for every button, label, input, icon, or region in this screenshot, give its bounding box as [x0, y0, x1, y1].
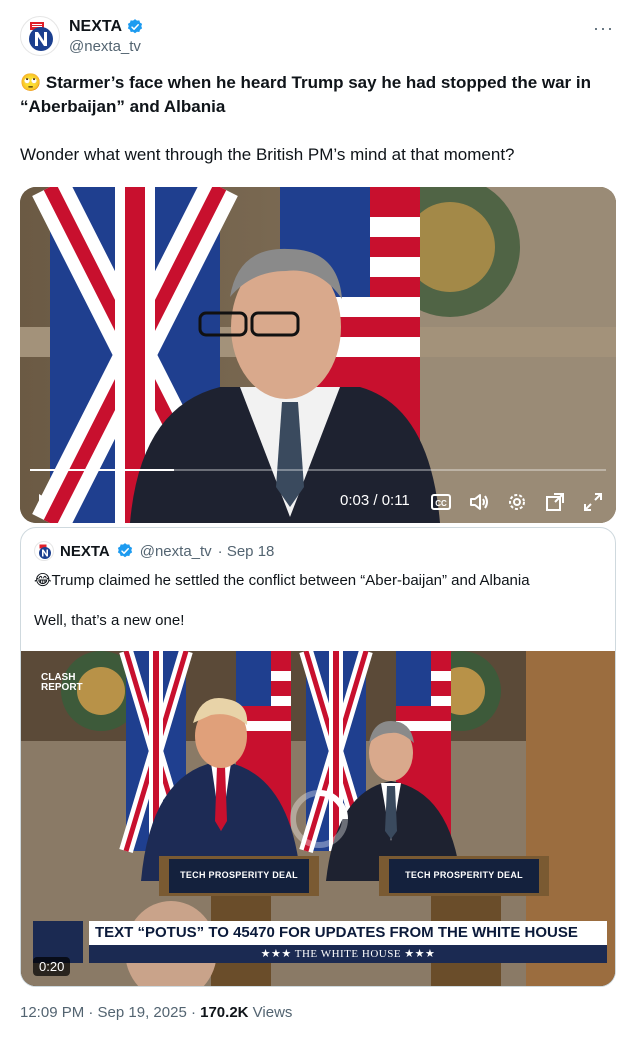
lower-third-banner: TEXT “POTUS” TO 45470 FOR UPDATES FROM T… [89, 921, 607, 963]
fullscreen-icon[interactable] [582, 491, 604, 513]
tweet-title: 🙄 Starmer’s face when he heard Trump say… [20, 73, 592, 116]
play-icon[interactable] [34, 491, 56, 513]
video-controls: 0:03 / 0:11 CC [20, 463, 616, 523]
quoted-tweet[interactable]: NEXTA @nexta_tv · Sep 18 😂Trump claimed … [20, 527, 616, 987]
author-name[interactable]: NEXTA [69, 18, 122, 36]
video-progress-bar[interactable] [30, 469, 606, 471]
tweet-text: 🙄 Starmer’s face when he heard Trump say… [20, 71, 620, 167]
quoted-tweet-text: 😂Trump claimed he settled the conflict b… [34, 572, 530, 629]
quoted-author-handle[interactable]: @nexta_tv [140, 543, 212, 560]
rolling-eyes-emoji: 🙄 [20, 73, 42, 92]
more-options-button[interactable]: ··· [593, 18, 614, 39]
clash-report-logo: CLASH REPORT [41, 672, 83, 693]
tweet-timestamp[interactable]: 12:09 PM · Sep 19, 2025 · [20, 1004, 200, 1021]
banner-text: TEXT “POTUS” TO 45470 FOR UPDATES FROM T… [95, 924, 578, 941]
quoted-tweet-date[interactable]: · Sep 18 [218, 543, 275, 560]
author-handle[interactable]: @nexta_tv [69, 38, 144, 55]
verified-badge-icon [117, 543, 132, 558]
video-duration-badge: 0:20 [33, 957, 71, 976]
settings-icon[interactable] [506, 491, 528, 513]
tweet-video[interactable]: 0:03 / 0:11 CC [20, 187, 616, 523]
nexta-logo-icon [39, 544, 51, 559]
nexta-logo-icon [29, 22, 53, 51]
quoted-tweet-video[interactable]: CLASH REPORT TECH PROSPERITY DEAL TECH P… [21, 651, 615, 986]
podium-label-right: TECH PROSPERITY DEAL [405, 870, 523, 880]
author-avatar[interactable] [20, 16, 60, 56]
banner-subtext: ★★★ THE WHITE HOUSE ★★★ [89, 945, 607, 963]
quoted-author-name[interactable]: NEXTA [60, 543, 110, 560]
captions-icon[interactable]: CC [430, 491, 452, 513]
podium-label-left: TECH PROSPERITY DEAL [180, 870, 298, 880]
quoted-tweet-header: NEXTA @nexta_tv · Sep 18 [34, 541, 274, 561]
volume-icon[interactable] [468, 491, 490, 513]
video-progress-fill [30, 469, 174, 471]
tweet-body: Wonder what went through the British PM’… [20, 145, 515, 164]
views-count: 170.2K [200, 1004, 249, 1021]
tweet-header: NEXTA @nexta_tv ··· [20, 14, 620, 64]
pop-out-icon[interactable] [544, 491, 566, 513]
quoted-author-avatar[interactable] [34, 541, 54, 561]
laughing-emoji: 😂 [34, 572, 52, 589]
svg-text:CC: CC [435, 499, 447, 508]
verified-badge-icon [127, 19, 143, 34]
views-label: Views [248, 1004, 293, 1021]
tweet-footer: 12:09 PM · Sep 19, 2025 · 170.2K Views [20, 1004, 292, 1021]
video-time: 0:03 / 0:11 [340, 492, 410, 509]
